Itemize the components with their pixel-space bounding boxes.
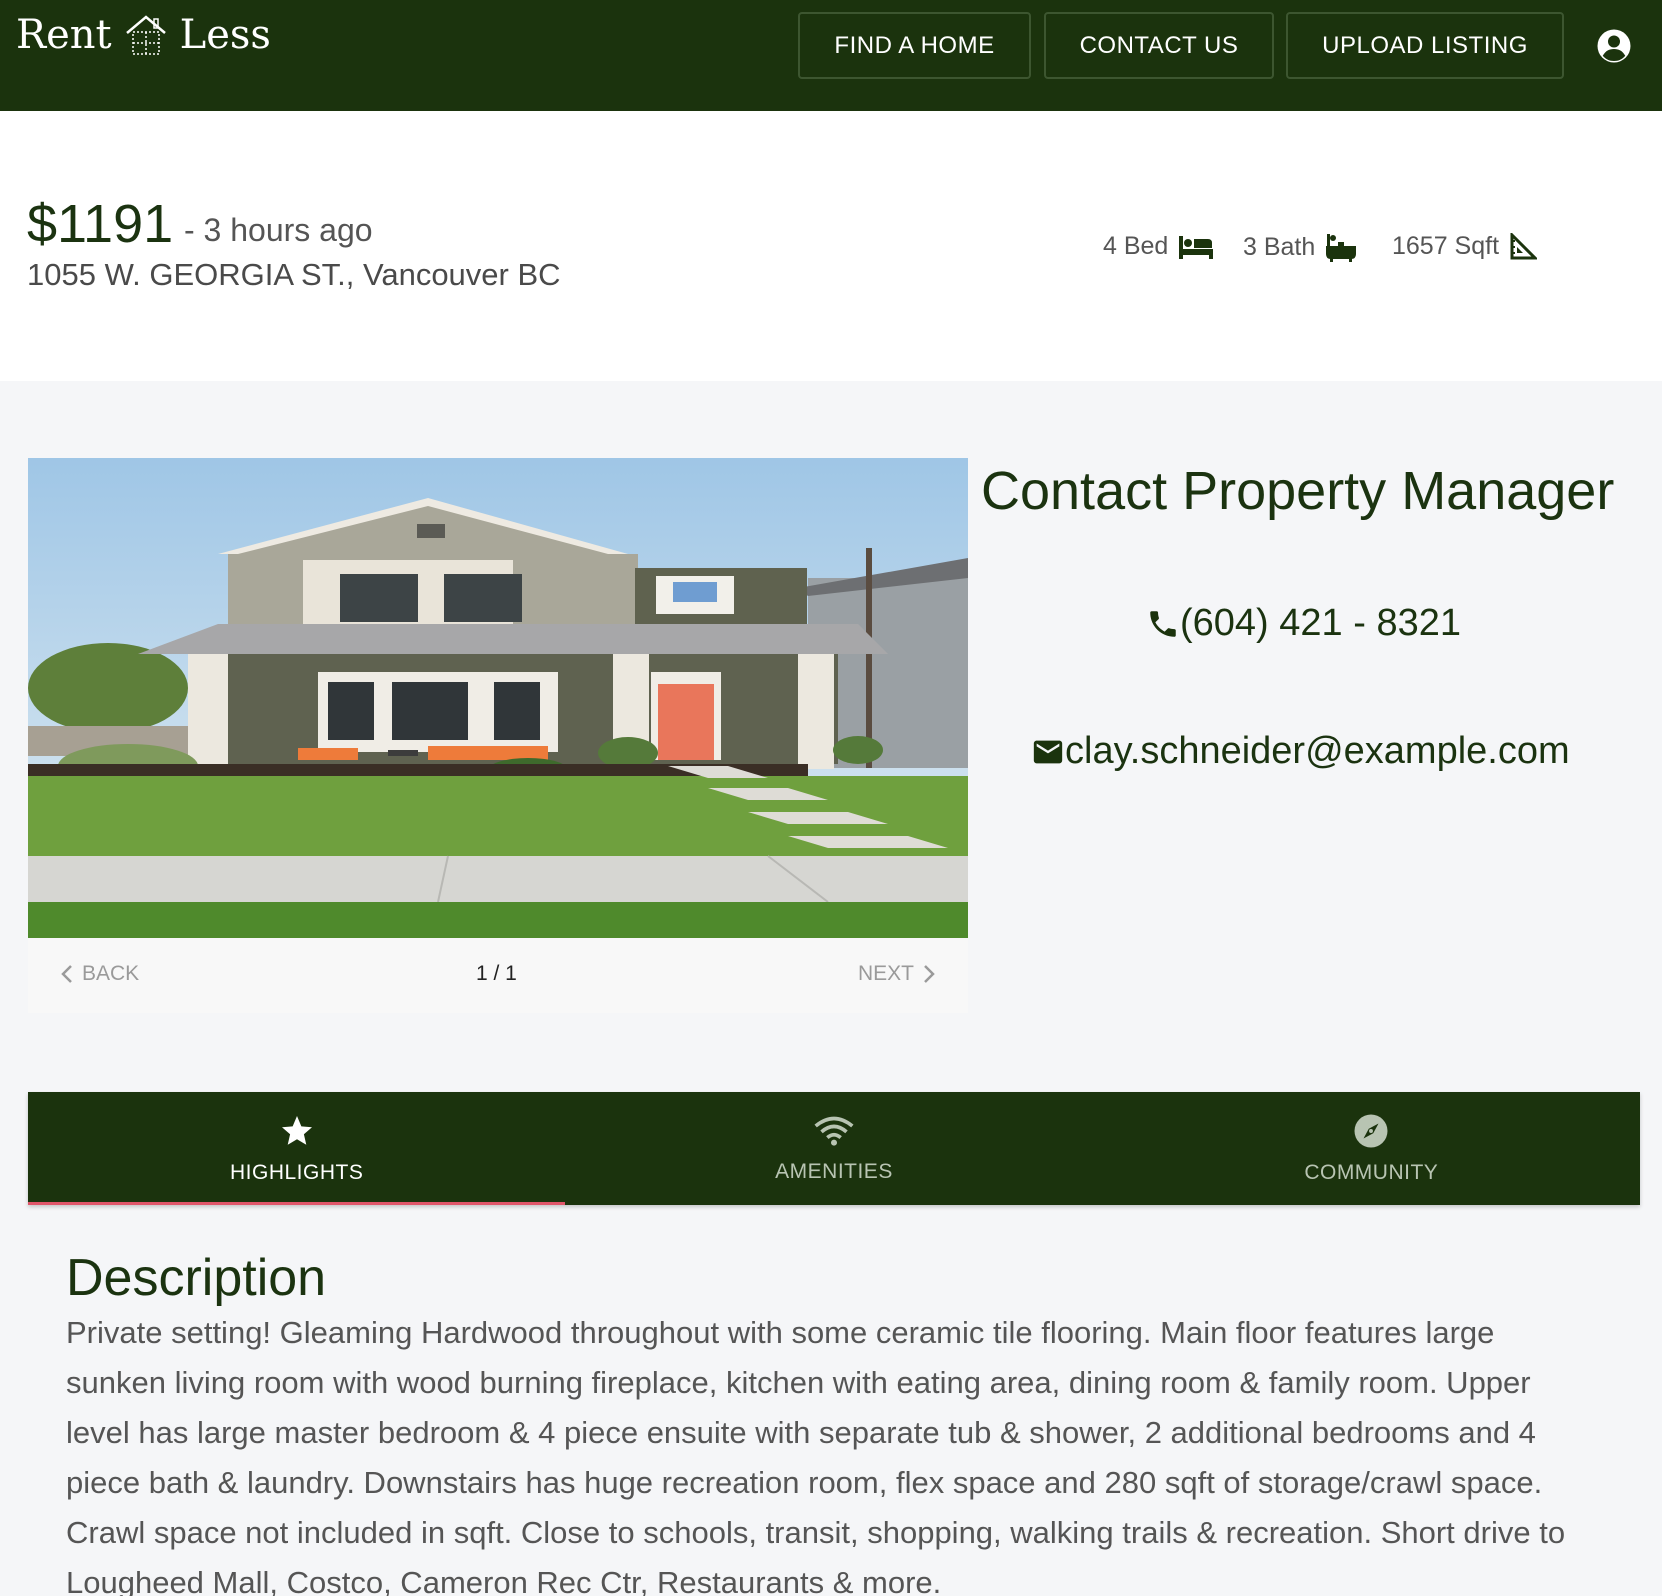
tab-highlights[interactable]: HIGHLIGHTS: [28, 1092, 566, 1205]
phone-icon: [1150, 610, 1176, 637]
chevron-left-icon: [61, 965, 72, 983]
tab-amenities[interactable]: AMENITIES: [565, 1092, 1102, 1205]
listing-price: $1191: [27, 194, 174, 254]
next-label: NEXT: [857, 962, 914, 985]
top-navbar: Rent Less FIND A HOME CONTACT US UPLOAD …: [0, 0, 1662, 111]
listing-address: 1055 W. GEORGIA ST., Vancouver BC: [27, 257, 561, 292]
phone-contact[interactable]: (604) 421 - 8321: [1146, 602, 1461, 645]
photo-counter: 1 / 1: [476, 962, 517, 985]
account-circle-icon[interactable]: [1596, 28, 1632, 64]
carousel-back-button[interactable]: BACK: [58, 962, 139, 986]
compass-icon: [1354, 1114, 1388, 1147]
posted-time: - 3 hours ago: [184, 212, 373, 248]
sqft-label: 1657 Sqft: [1392, 232, 1500, 260]
info-tabs: HIGHLIGHTS AMENITIES COMMUNITY: [28, 1092, 1640, 1205]
square-foot-icon: [1510, 232, 1538, 259]
email-icon: [1033, 740, 1063, 763]
upload-listing-button[interactable]: UPLOAD LISTING: [1286, 12, 1564, 79]
bed-count-label: 4 Bed: [1103, 232, 1169, 260]
tab-community-label: COMMUNITY: [1304, 1160, 1439, 1184]
chevron-right-icon: [924, 965, 935, 983]
contact-us-button[interactable]: CONTACT US: [1044, 12, 1274, 79]
tab-amenities-label: AMENITIES: [775, 1159, 893, 1183]
tab-highlights-label: HIGHLIGHTS: [229, 1160, 364, 1184]
wifi-icon: [814, 1116, 854, 1146]
house-photo-illustration: [28, 458, 968, 938]
bath-count-label: 3 Bath: [1243, 232, 1316, 261]
find-a-home-button[interactable]: FIND A HOME: [798, 12, 1031, 79]
bed-icon: [1179, 235, 1214, 259]
site-logo[interactable]: Rent Less: [16, 12, 271, 58]
tab-community[interactable]: COMMUNITY: [1103, 1092, 1640, 1205]
logo-text-less: Less: [179, 12, 271, 58]
bath-count: 3 Bath: [1243, 232, 1357, 262]
star-icon: [281, 1115, 312, 1145]
email-address: clay.schneider@example.com: [1065, 730, 1570, 772]
back-label: BACK: [82, 962, 140, 985]
sqft-area: 1657 Sqft: [1392, 232, 1538, 261]
logo-text-rent: Rent: [16, 12, 112, 58]
email-contact[interactable]: clay.schneider@example.com: [1031, 730, 1570, 773]
listing-photo[interactable]: [28, 458, 968, 938]
house-grid-icon: [125, 15, 166, 55]
photo-carousel-controls: BACK 1 / 1 NEXT: [28, 938, 968, 1013]
bed-count: 4 Bed: [1103, 232, 1214, 261]
carousel-next-button[interactable]: NEXT: [858, 962, 938, 986]
phone-number: (604) 421 - 8321: [1180, 602, 1461, 644]
description-body: Private setting! Gleaming Hardwood throu…: [66, 1315, 1566, 1596]
contact-title: Contact Property Manager: [981, 461, 1615, 521]
description-title: Description: [66, 1249, 327, 1307]
bathtub-icon: [1326, 234, 1357, 262]
listing-summary: $1191 - 3 hours ago 1055 W. GEORGIA ST.,…: [0, 111, 1662, 381]
